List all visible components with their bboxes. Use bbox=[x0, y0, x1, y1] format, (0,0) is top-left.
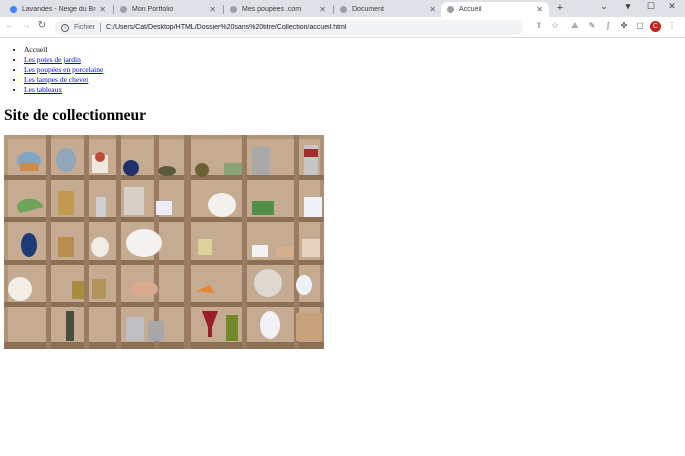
favicon-icon bbox=[230, 6, 237, 13]
extension-icon[interactable]: ⟁ bbox=[569, 21, 581, 31]
new-tab-icon[interactable]: + bbox=[553, 2, 567, 14]
menu-link[interactable]: Les poupées en porcelaine bbox=[24, 65, 103, 74]
close-icon[interactable]: ✕ bbox=[99, 5, 106, 14]
close-icon[interactable]: ✕ bbox=[536, 5, 543, 14]
sidepanel-icon[interactable]: ▢ bbox=[634, 21, 646, 30]
protocol-label: Fichier bbox=[74, 24, 96, 31]
nav-menu: Accueil Les potes de jardin Les poupées … bbox=[14, 45, 103, 95]
browser-tab[interactable]: Document ✕ bbox=[334, 2, 442, 17]
maximize-icon[interactable]: ☐ bbox=[643, 1, 659, 12]
url-text[interactable]: C:/Users/Cat/Desktop/HTML/Dossier%20sans… bbox=[106, 24, 346, 31]
profile-avatar[interactable]: C bbox=[650, 21, 661, 32]
back-icon[interactable]: ← bbox=[3, 20, 17, 31]
menu-link[interactable]: Les lampes de chevet bbox=[24, 75, 88, 84]
forward-icon[interactable]: → bbox=[19, 20, 33, 31]
browser-toolbar: ← → ↻ i Fichier C:/Users/Cat/Desktop/HTM… bbox=[0, 17, 685, 38]
favicon-icon bbox=[120, 6, 127, 13]
menu-link[interactable]: Les tableaux bbox=[24, 85, 62, 94]
puzzle-icon[interactable]: ✤ bbox=[618, 21, 630, 30]
shelf-image bbox=[4, 135, 324, 349]
menu-link[interactable]: Les potes de jardin bbox=[24, 55, 81, 64]
tab-title: Accueil bbox=[459, 6, 482, 13]
collection-photo bbox=[4, 135, 324, 349]
browser-tab[interactable]: Lavandes - Neige du Bre... ✕ bbox=[4, 2, 112, 17]
close-icon[interactable]: ✕ bbox=[319, 5, 326, 14]
tab-title: Mon Portfolio bbox=[132, 6, 174, 13]
menu-item-poupees[interactable]: Les poupées en porcelaine bbox=[24, 65, 103, 75]
minimize-icon[interactable]: ▾ bbox=[620, 1, 636, 12]
page-viewport: Accueil Les potes de jardin Les poupées … bbox=[0, 39, 685, 456]
bookmark-star-icon[interactable]: ☆ bbox=[549, 21, 561, 30]
menu-item-lampes[interactable]: Les lampes de chevet bbox=[24, 75, 103, 85]
translate-icon[interactable]: ʃ bbox=[602, 21, 614, 30]
close-icon[interactable]: ✕ bbox=[209, 5, 216, 14]
tab-search-icon[interactable]: ⌄ bbox=[596, 1, 612, 12]
tab-title: Document bbox=[352, 6, 384, 13]
tab-title: Mes poupees .com bbox=[242, 6, 302, 13]
favicon-icon bbox=[10, 6, 17, 13]
close-icon[interactable]: ✕ bbox=[429, 5, 436, 14]
eyedropper-icon[interactable]: ✎ bbox=[586, 21, 598, 30]
menu-kebab-icon[interactable]: ⋮ bbox=[666, 21, 678, 30]
browser-tab-active[interactable]: Accueil ✕ bbox=[441, 2, 549, 17]
window-close-icon[interactable]: ✕ bbox=[664, 1, 680, 12]
address-bar[interactable]: i Fichier C:/Users/Cat/Desktop/HTML/Doss… bbox=[55, 20, 523, 35]
share-icon[interactable]: ⇪ bbox=[533, 21, 545, 30]
favicon-icon bbox=[447, 6, 454, 13]
favicon-icon bbox=[340, 6, 347, 13]
menu-item-label: Accueil bbox=[24, 45, 48, 54]
reload-icon[interactable]: ↻ bbox=[35, 20, 49, 31]
omnibox-divider bbox=[100, 23, 102, 32]
menu-item-tableaux[interactable]: Les tableaux bbox=[24, 85, 103, 95]
tab-title: Lavandes - Neige du Bre... bbox=[22, 6, 96, 13]
browser-tab[interactable]: Mes poupees .com ✕ bbox=[224, 2, 332, 17]
browser-tab[interactable]: Mon Portfolio ✕ bbox=[114, 2, 222, 17]
tab-strip: Lavandes - Neige du Bre... ✕ Mon Portfol… bbox=[0, 0, 685, 17]
info-icon[interactable]: i bbox=[61, 23, 69, 32]
page-title: Site de collectionneur bbox=[4, 107, 147, 124]
menu-item-accueil: Accueil bbox=[24, 45, 103, 55]
menu-item-potes[interactable]: Les potes de jardin bbox=[24, 55, 103, 65]
